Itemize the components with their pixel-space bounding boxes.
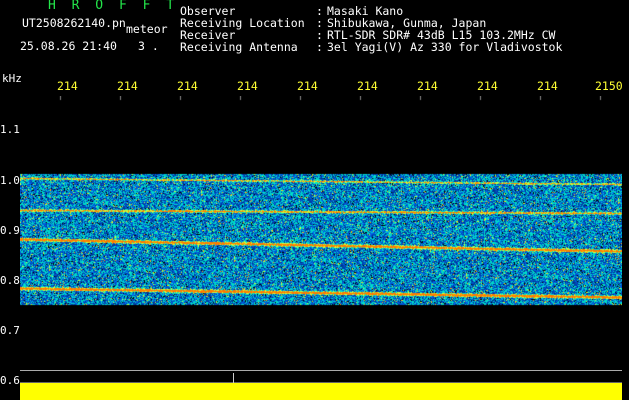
x-tick-label: 214: [117, 79, 138, 93]
y-tick-label: 1.1: [0, 123, 20, 136]
divider-line: [20, 370, 622, 371]
time-marker: [233, 373, 234, 383]
spectrogram-canvas: [20, 96, 622, 378]
y-axis-unit: kHz: [2, 72, 22, 85]
mode-tag: meteor: [126, 22, 168, 36]
antenna-value: 3el Yagi(V) Az 330 for Vladivostok: [327, 40, 563, 54]
x-tick-label: 2150: [595, 79, 623, 93]
y-tick-label: 0.8: [0, 274, 20, 287]
y-tick-label: 0.6: [0, 374, 20, 387]
app-title: H R O F F T: [48, 0, 179, 13]
image-filename: UT2508262140.pn: [22, 16, 126, 30]
x-tick-label: 214: [177, 79, 198, 93]
x-tick-label: 214: [417, 79, 438, 93]
y-tick-label: 0.9: [0, 224, 20, 237]
rate-value: 3 .: [138, 39, 159, 53]
x-tick-label: 214: [537, 79, 558, 93]
x-tick-label: 214: [57, 79, 78, 93]
x-tick-label: 214: [477, 79, 498, 93]
x-tick-label: 214: [357, 79, 378, 93]
y-tick-label: 0.7: [0, 324, 20, 337]
x-tick-label: 214: [237, 79, 258, 93]
antenna-label: Receiving Antenna: [180, 40, 298, 54]
y-tick-label: 1.0: [0, 174, 20, 187]
noise-level-strip: [20, 383, 622, 400]
hroft-spectrogram-window: H R O F F T UT2508262140.pn meteor 25.08…: [0, 0, 629, 400]
x-tick-label: 214: [297, 79, 318, 93]
colon: :: [316, 40, 323, 54]
timestamp: 25.08.26 21:40: [20, 39, 117, 53]
